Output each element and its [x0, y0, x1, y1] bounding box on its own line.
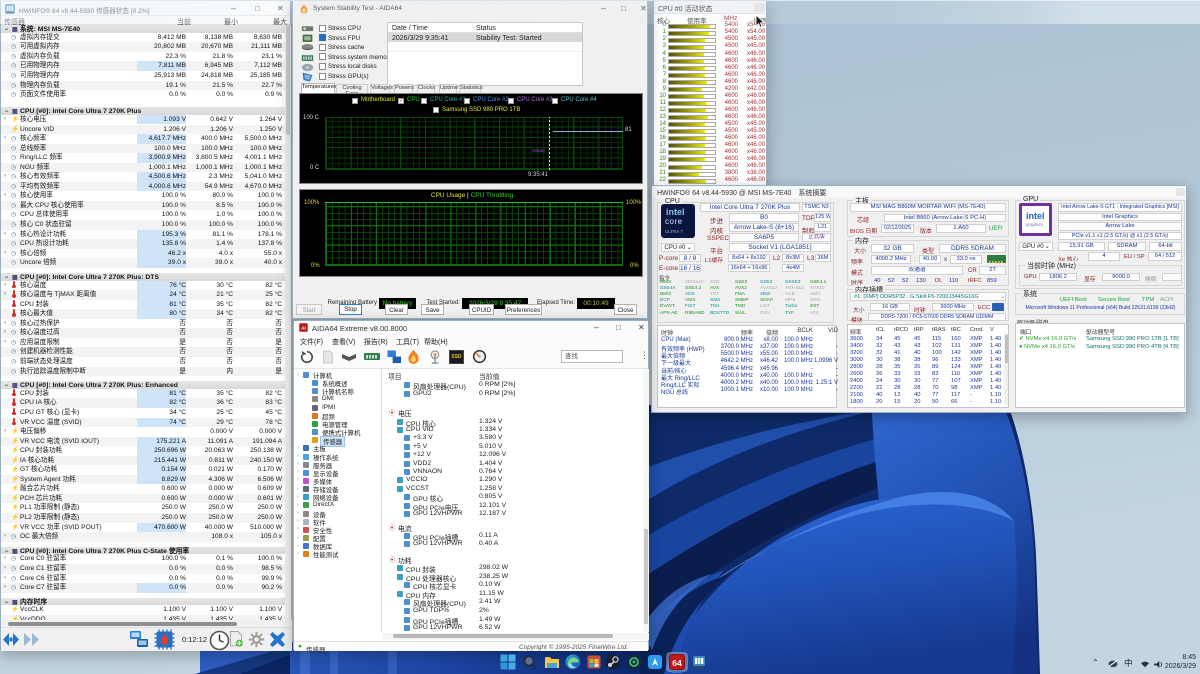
svg-text:64: 64 [672, 658, 682, 668]
svg-text:AI: AI [301, 325, 306, 330]
